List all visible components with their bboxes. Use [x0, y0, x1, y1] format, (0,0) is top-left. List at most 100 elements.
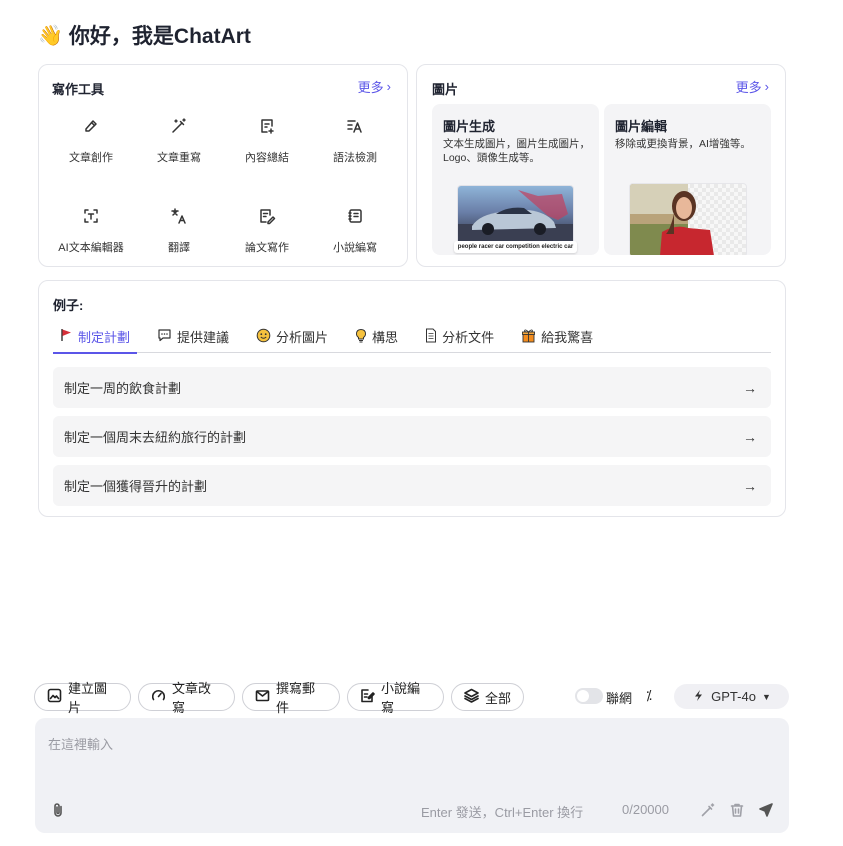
gauge-icon — [151, 688, 166, 706]
example-item[interactable]: 制定一個獲得晉升的計劃 → — [53, 465, 771, 506]
model-selector[interactable]: GPT-4o ▼ — [674, 684, 789, 709]
chevron-right-icon: › — [764, 79, 769, 94]
quick-label: 全部 — [485, 690, 512, 706]
tab-label: 提供建議 — [177, 330, 230, 345]
waving-hand-icon: 👋 — [38, 24, 63, 47]
writing-tools-title: 寫作工具 — [52, 82, 105, 97]
grammar-check-icon — [346, 117, 364, 140]
tool-content-summary[interactable]: 內容總結 — [223, 117, 311, 165]
tool-label: AI文本編輯器 — [58, 242, 124, 254]
arrow-right-icon: → — [743, 477, 757, 494]
tab-make-plan[interactable]: 制定計劃 — [53, 321, 138, 354]
example-text: 制定一個周末去紐約旅行的計劃 — [64, 430, 247, 445]
tool-label: 文章創作 — [69, 152, 113, 164]
summary-doc-icon — [258, 117, 276, 140]
tool-grammar-check[interactable]: 語法檢測 — [311, 117, 399, 165]
race-car-thumbnail — [458, 186, 573, 244]
text-editor-icon — [82, 207, 100, 230]
quick-all-button[interactable]: 全部 — [451, 683, 524, 711]
paper-write-icon — [258, 207, 276, 230]
smiley-icon — [256, 328, 271, 346]
document-icon — [425, 328, 437, 346]
image-generate-card[interactable]: 圖片生成 文本生成圖片，圖片生成圖片，Logo、頭像生成等。 people ra… — [432, 104, 599, 255]
example-text: 制定一個獲得晉升的計劃 — [64, 479, 208, 494]
tool-label: 文章重寫 — [157, 152, 201, 164]
quick-label: 建立圖片 — [68, 681, 108, 715]
web-search-label: 聯網 — [606, 691, 633, 706]
tab-brainstorm[interactable]: 構思 — [349, 321, 405, 352]
arrow-right-icon: → — [743, 428, 757, 445]
quick-label: 小說編寫 — [381, 681, 421, 715]
trash-icon[interactable] — [729, 802, 745, 818]
tool-label: 翻譯 — [168, 242, 190, 254]
tool-novel-writing[interactable]: 小說編寫 — [311, 207, 399, 255]
writing-tools-more-link[interactable]: 更多 › — [358, 77, 391, 96]
examples-card: 例子: 制定計劃 提供建議 分析圖片 構思 分析文件 給我驚喜 制定一周的飲食計… — [38, 280, 786, 517]
examples-title: 例子: — [53, 298, 84, 313]
example-text: 制定一周的飲食計劃 — [64, 381, 182, 396]
quick-label: 撰寫郵件 — [276, 681, 316, 715]
paperclip-icon[interactable] — [50, 802, 66, 818]
greeting-text: 你好，我是ChatArt — [68, 25, 251, 48]
model-label: GPT-4o — [711, 689, 756, 704]
tab-surprise-me[interactable]: 給我驚喜 — [515, 321, 600, 352]
tool-label: 語法檢測 — [333, 152, 377, 164]
example-item[interactable]: 制定一周的飲食計劃 → — [53, 367, 771, 408]
flag-icon — [59, 328, 73, 345]
more-label: 更多 — [357, 80, 384, 95]
pen-nib-icon — [82, 117, 100, 140]
tab-give-advice[interactable]: 提供建議 — [151, 321, 236, 352]
layers-icon — [464, 688, 479, 706]
quick-rewrite-article-button[interactable]: 文章改寫 — [138, 681, 235, 715]
lightning-icon — [692, 689, 705, 705]
tool-article-create[interactable]: 文章創作 — [47, 117, 135, 165]
mail-icon — [255, 688, 270, 706]
quick-write-novel-button[interactable]: 小說編寫 — [347, 681, 444, 715]
percent-icon[interactable]: ⁒ — [646, 688, 652, 704]
tab-analyze-file[interactable]: 分析文件 — [419, 321, 501, 352]
images-card: 圖片 更多 › 圖片生成 文本生成圖片，圖片生成圖片，Logo、頭像生成等。 p… — [416, 64, 786, 267]
quick-write-email-button[interactable]: 撰寫郵件 — [242, 681, 340, 715]
quick-create-image-button[interactable]: 建立圖片 — [34, 681, 131, 715]
magic-wand-icon[interactable] — [700, 802, 716, 818]
char-counter: 0/20000 — [622, 802, 669, 817]
example-item[interactable]: 制定一個周末去紐約旅行的計劃 → — [53, 416, 771, 457]
web-search-toggle[interactable] — [575, 688, 603, 704]
send-icon[interactable] — [758, 802, 774, 818]
quick-label: 文章改寫 — [172, 681, 212, 715]
images-title: 圖片 — [432, 82, 459, 97]
images-more-link[interactable]: 更多 › — [736, 77, 769, 96]
magic-wand-icon — [170, 117, 188, 140]
image-icon — [47, 688, 62, 706]
tab-analyze-image[interactable]: 分析圖片 — [250, 321, 335, 352]
image-edit-desc: 移除或更換背景，AI增強等。 — [615, 138, 751, 150]
chat-bubble-icon — [157, 328, 172, 345]
tool-label: 小說編寫 — [333, 242, 377, 254]
chat-input[interactable] — [48, 734, 768, 774]
translate-icon — [170, 207, 188, 230]
tab-label: 分析圖片 — [276, 330, 329, 345]
greeting-title: 👋 你好，我是ChatArt — [38, 20, 251, 50]
image-generate-desc: 文本生成圖片，圖片生成圖片，Logo、頭像生成等。 — [443, 138, 590, 164]
writing-tools-card: 寫作工具 更多 › 文章創作 文章重寫 內容總結 語法檢測 AI文本編輯器 翻譯 — [38, 64, 408, 267]
tool-translate[interactable]: 翻譯 — [135, 207, 223, 255]
caret-down-icon: ▼ — [761, 691, 771, 702]
image-edit-card[interactable]: 圖片編輯 移除或更換背景，AI增強等。 — [604, 104, 771, 255]
tool-label: 論文寫作 — [245, 242, 289, 254]
image-generate-title: 圖片生成 — [443, 119, 496, 134]
chevron-right-icon: › — [386, 79, 391, 94]
tab-label: 分析文件 — [442, 330, 495, 345]
tool-paper-writing[interactable]: 論文寫作 — [223, 207, 311, 255]
lightbulb-icon — [355, 328, 367, 346]
tab-label: 構思 — [372, 330, 399, 345]
prompt-caption: people racer car competition electric ca… — [454, 241, 577, 253]
edit-doc-icon — [360, 688, 375, 706]
more-label: 更多 — [735, 80, 762, 95]
tab-label: 制定計劃 — [78, 330, 131, 345]
tool-label: 內容總結 — [245, 152, 289, 164]
examples-tabs: 制定計劃 提供建議 分析圖片 構思 分析文件 給我驚喜 — [53, 321, 771, 354]
tool-article-rewrite[interactable]: 文章重寫 — [135, 117, 223, 165]
novel-book-icon — [346, 207, 364, 230]
tool-ai-text-editor[interactable]: AI文本編輯器 — [47, 207, 135, 255]
gift-icon — [521, 328, 536, 346]
